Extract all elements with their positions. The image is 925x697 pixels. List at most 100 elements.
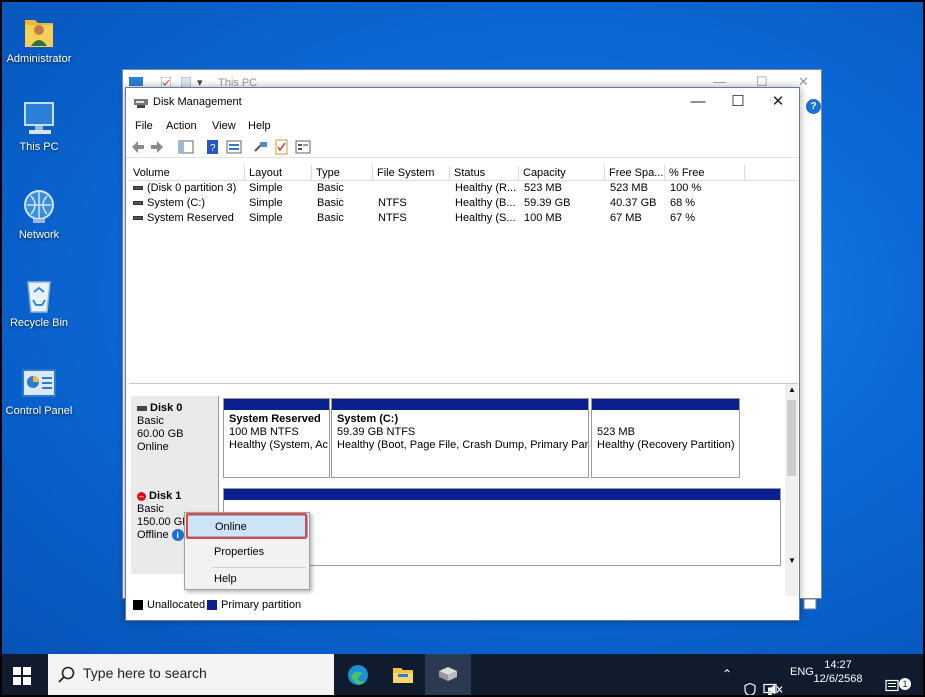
volume-free: 523 MB	[610, 182, 648, 194]
taskbar: Type here to search ⌃ ENG 14:27 12/6/256…	[0, 654, 925, 697]
volume-layout: Simple	[249, 212, 283, 224]
menu-file[interactable]: File	[135, 120, 153, 132]
volume-status: Healthy (S...	[455, 212, 516, 224]
list-view-icon[interactable]	[295, 139, 311, 155]
volume-percent-free: 67 %	[670, 212, 696, 224]
column-header-status[interactable]: Status	[450, 165, 519, 181]
desktop-icon-control-panel[interactable]: Control Panel	[0, 366, 78, 417]
disk-size: 60.00 GB	[137, 428, 184, 440]
volume-type: Basic	[317, 212, 344, 224]
back-arrow-icon[interactable]	[130, 139, 146, 155]
volume-icon	[133, 201, 143, 206]
volume-free: 40.37 GB	[610, 197, 657, 209]
volume-status: Healthy (B...	[455, 197, 516, 209]
maximize-button[interactable]: ☐	[718, 88, 758, 118]
partition-system-reserved[interactable]: System Reserved 100 MB NTFS Healthy (Sys…	[223, 398, 330, 478]
taskbar-search-box[interactable]: Type here to search	[48, 654, 334, 697]
menu-help[interactable]: Help	[248, 120, 271, 132]
taskbar-file-explorer[interactable]	[380, 654, 426, 697]
column-header-layout[interactable]: Layout	[245, 165, 312, 181]
column-header-free-space[interactable]: Free Spa...	[605, 165, 665, 181]
vertical-scrollbar[interactable]: ▲ ▼	[785, 384, 798, 596]
connect-icon[interactable]	[253, 139, 269, 155]
notification-icon[interactable]	[884, 665, 900, 697]
windows-start-icon[interactable]	[12, 666, 32, 686]
partition-status: Healthy (Boot, Page File, Crash Dump, Pr…	[337, 439, 588, 451]
notification-badge: 1	[899, 678, 911, 690]
column-header-percent-free[interactable]: % Free	[665, 165, 745, 181]
shield-icon[interactable]	[743, 668, 757, 697]
disk-name: Disk 1	[149, 490, 182, 502]
disk-management-icon	[134, 99, 148, 108]
disk-0-label[interactable]: Disk 0 Basic 60.00 GB Online	[131, 396, 219, 484]
volume-row[interactable]: System (C:) Simple Basic NTFS Healthy (B…	[129, 196, 798, 211]
legend-unallocated: Unallocated	[133, 599, 205, 611]
column-header-type[interactable]: Type	[312, 165, 373, 181]
volume-name: System Reserved	[133, 211, 245, 226]
checklist-icon[interactable]	[274, 139, 290, 155]
volume-muted-icon[interactable]	[767, 668, 783, 697]
recycle-bin-icon	[27, 281, 51, 313]
properties-pane-icon[interactable]	[226, 139, 242, 155]
chevron-up-icon[interactable]: ⌃	[722, 667, 732, 697]
partition-name: System Reserved	[229, 413, 321, 425]
scrollbar-thumb[interactable]	[787, 400, 796, 476]
toolbar: ?	[126, 136, 799, 158]
close-button[interactable]: ✕	[758, 88, 798, 118]
scroll-down-icon[interactable]: ▼	[788, 556, 796, 565]
volume-capacity: 100 MB	[524, 212, 562, 224]
online-highlight-annotation	[186, 513, 307, 539]
column-header-file-system[interactable]: File System	[373, 165, 450, 181]
help-book-icon[interactable]: ?	[205, 139, 221, 155]
primary-partition-band	[224, 399, 329, 410]
volume-percent-free: 68 %	[670, 197, 696, 209]
legend: Unallocated Primary partition	[129, 595, 817, 617]
scroll-up-icon[interactable]: ▲	[788, 385, 796, 394]
info-icon[interactable]: i	[171, 529, 184, 542]
disk-state: Online	[137, 441, 169, 453]
menu-item-help[interactable]: Help	[186, 568, 308, 590]
menu-item-properties[interactable]: Properties	[186, 541, 308, 563]
volume-row[interactable]: System Reserved Simple Basic NTFS Health…	[129, 211, 798, 226]
column-header-volume[interactable]: Volume	[129, 165, 245, 181]
disk-management-icon	[439, 667, 457, 681]
window-titlebar: Disk Management — ☐ ✕	[126, 88, 799, 118]
search-icon	[58, 666, 75, 683]
volume-type: Basic	[317, 182, 344, 194]
volume-percent-free: 100 %	[670, 182, 702, 194]
volume-list: Volume Layout Type File System Status Ca…	[129, 165, 798, 370]
legend-primary-swatch	[207, 600, 217, 611]
column-header-capacity[interactable]: Capacity	[519, 165, 605, 181]
partition-size: 523 MB	[597, 426, 635, 438]
minimize-button[interactable]: —	[678, 88, 718, 118]
desktop-icon-administrator[interactable]: Administrator	[0, 12, 78, 65]
partition-recovery[interactable]: 523 MB Healthy (Recovery Partition)	[591, 398, 740, 478]
partition-system-c[interactable]: System (C:) 59.39 GB NTFS Healthy (Boot,…	[331, 398, 589, 478]
desktop-icon-network[interactable]: Network	[0, 188, 78, 241]
disk-offline-icon: –	[137, 491, 146, 501]
desktop-icon-label: This PC	[19, 141, 59, 153]
partition-status: Healthy (Recovery Partition)	[597, 439, 735, 451]
desktop-icon-label: Network	[18, 229, 60, 241]
volume-status: Healthy (R...	[455, 182, 517, 194]
show-hide-tree-icon[interactable]	[178, 139, 194, 155]
volume-layout: Simple	[249, 182, 283, 194]
legend-unallocated-swatch	[133, 600, 143, 611]
desktop-icon-recycle-bin[interactable]: Recycle Bin	[0, 276, 78, 329]
help-icon[interactable]: ?	[806, 99, 821, 114]
volume-row[interactable]: (Disk 0 partition 3) Simple Basic Health…	[129, 181, 798, 196]
desktop-icon-label: Recycle Bin	[9, 317, 69, 329]
menu-view[interactable]: View	[212, 120, 236, 132]
desktop-icon-this-pc[interactable]: This PC	[0, 100, 78, 153]
menu-action[interactable]: Action	[166, 120, 197, 132]
taskbar-disk-management[interactable]	[425, 654, 471, 697]
volume-icon	[133, 216, 143, 221]
taskbar-edge[interactable]	[335, 654, 381, 697]
forward-arrow-icon[interactable]	[149, 139, 165, 155]
resize-grip-icon[interactable]	[803, 598, 817, 610]
primary-partition-band	[224, 489, 780, 500]
file-explorer-icon	[393, 668, 413, 683]
volume-name: (Disk 0 partition 3)	[133, 181, 245, 196]
disk-name: Disk 0	[150, 402, 183, 414]
clock[interactable]: 14:27 12/6/2568	[808, 658, 868, 686]
